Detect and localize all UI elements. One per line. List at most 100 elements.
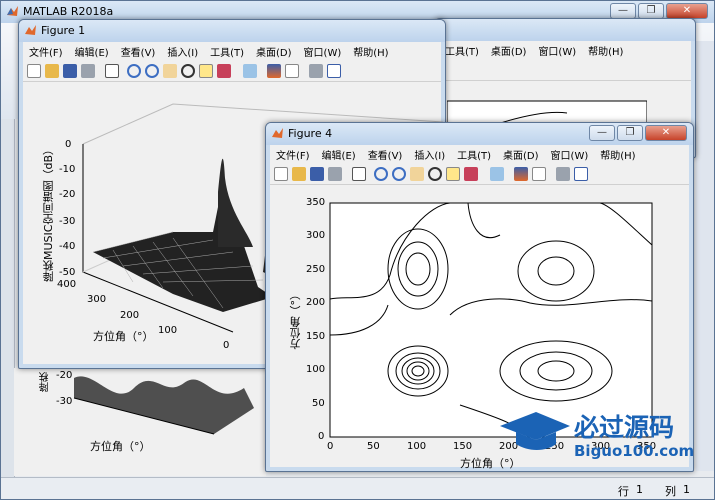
ztick-10: -10 — [59, 164, 76, 175]
ytick-100: 100 — [158, 325, 178, 336]
ytick-200: 200 — [120, 310, 140, 321]
col-label: 列 — [665, 485, 676, 498]
menu-file[interactable]: 文件(F) — [276, 147, 310, 162]
save-icon[interactable] — [310, 167, 324, 181]
figure1-menubar: 文件(F) 编辑(E) 查看(V) 插入(I) 工具(T) 桌面(D) 窗口(W… — [23, 42, 441, 60]
back-ztick-30: -30 — [56, 396, 73, 407]
row-label: 行 — [618, 485, 629, 498]
hide-tools-icon[interactable] — [556, 167, 570, 181]
open-file-icon[interactable] — [45, 64, 59, 78]
pointer-icon[interactable] — [352, 167, 366, 181]
show-tools-icon[interactable] — [327, 64, 341, 78]
legend-icon[interactable] — [285, 64, 299, 78]
zoom-in-icon[interactable] — [374, 167, 388, 181]
ztick-20: -20 — [59, 189, 76, 200]
fig4-ytick-250: 250 — [306, 264, 326, 275]
print-icon[interactable] — [328, 167, 342, 181]
fig4-ytick-0: 0 — [318, 431, 325, 442]
back-surface-plot: -20 -30 降秩 方位角（°） — [14, 368, 266, 476]
new-figure-icon[interactable] — [27, 64, 41, 78]
data-cursor-icon[interactable] — [199, 64, 213, 78]
back-xlabel: 方位角（°） — [90, 440, 151, 453]
show-tools-icon[interactable] — [574, 167, 588, 181]
figure-icon — [272, 128, 283, 138]
zoom-out-icon[interactable] — [392, 167, 406, 181]
menu-edit[interactable]: 编辑(E) — [75, 44, 109, 59]
ytick-400: 400 — [57, 279, 77, 290]
ytick-0: 0 — [223, 340, 230, 351]
menu-desktop[interactable]: 桌面(D) — [503, 147, 539, 162]
back-figure-titlebar[interactable] — [435, 19, 695, 41]
menu-help[interactable]: 帮助(H) — [600, 147, 635, 162]
figure1-toolbar — [23, 60, 441, 82]
rotate-icon[interactable] — [428, 167, 442, 181]
back-figure-toolbar — [439, 59, 691, 81]
menu-tools[interactable]: 工具(T) — [457, 147, 491, 162]
maximize-button[interactable]: ❐ — [638, 3, 664, 19]
fig4-xtick-150: 150 — [453, 441, 473, 452]
figure1-xlabel: 方位角（°） — [93, 330, 154, 343]
menu-help[interactable]: 帮助(H) — [353, 44, 388, 59]
link-icon[interactable] — [243, 64, 257, 78]
menu-desktop[interactable]: 桌面(D) — [256, 44, 292, 59]
left-panel — [1, 119, 15, 477]
figure1-titlebar[interactable]: Figure 1 — [19, 20, 445, 42]
zoom-out-icon[interactable] — [145, 64, 159, 78]
menu-file[interactable]: 文件(F) — [29, 44, 63, 59]
hide-tools-icon[interactable] — [309, 64, 323, 78]
rotate-icon[interactable] — [181, 64, 195, 78]
new-figure-icon[interactable] — [274, 167, 288, 181]
open-file-icon[interactable] — [292, 167, 306, 181]
watermark-url: Biguo100.com — [574, 442, 695, 460]
legend-icon[interactable] — [532, 167, 546, 181]
back-menu-tools[interactable]: 工具(T) — [445, 43, 479, 58]
link-icon[interactable] — [490, 167, 504, 181]
fig4-ytick-150: 150 — [306, 331, 326, 342]
figure4-maximize-button[interactable]: ❐ — [617, 125, 643, 141]
menu-view[interactable]: 查看(V) — [368, 147, 403, 162]
pointer-icon[interactable] — [105, 64, 119, 78]
menu-edit[interactable]: 编辑(E) — [322, 147, 356, 162]
fig4-ytick-200: 200 — [306, 297, 326, 308]
figure1-title: Figure 1 — [41, 24, 86, 37]
print-icon[interactable] — [81, 64, 95, 78]
colorbar-icon[interactable] — [267, 64, 281, 78]
save-icon[interactable] — [63, 64, 77, 78]
back-menu-desktop[interactable]: 桌面(D) — [491, 43, 527, 58]
back-zlabel: 降秩 — [40, 372, 51, 392]
menu-tools[interactable]: 工具(T) — [210, 44, 244, 59]
menu-insert[interactable]: 插入(I) — [414, 147, 445, 162]
graduation-cap-icon — [500, 412, 570, 450]
col-value: 1 — [683, 483, 690, 496]
figure4-minimize-button[interactable]: — — [589, 125, 615, 141]
surface-mesh — [92, 158, 285, 312]
figure4-close-button[interactable]: ✕ — [645, 125, 687, 141]
menu-view[interactable]: 查看(V) — [121, 44, 156, 59]
pan-icon[interactable] — [410, 167, 424, 181]
figure4-toolbar — [270, 163, 689, 185]
menu-insert[interactable]: 插入(I) — [167, 44, 198, 59]
menu-window[interactable]: 窗口(W) — [304, 44, 342, 59]
back-menu-window[interactable]: 窗口(W) — [538, 43, 576, 58]
back-menu-help[interactable]: 帮助(H) — [588, 43, 623, 58]
zoom-in-icon[interactable] — [127, 64, 141, 78]
ztick-30: -30 — [59, 216, 76, 227]
colorbar-icon[interactable] — [514, 167, 528, 181]
brush-icon[interactable] — [217, 64, 231, 78]
figure4-window-controls: — ❐ ✕ — [589, 125, 687, 141]
brush-icon[interactable] — [464, 167, 478, 181]
menu-window[interactable]: 窗口(W) — [551, 147, 589, 162]
minimize-button[interactable]: — — [610, 3, 636, 19]
back-figure-menubar: 工具(T) 桌面(D) 窗口(W) 帮助(H) — [439, 41, 691, 59]
fig4-ytick-100: 100 — [306, 364, 326, 375]
figure4-ylabel: 方位角（°） — [289, 289, 302, 350]
fig4-ytick-350: 350 — [306, 197, 326, 208]
figure4-title: Figure 4 — [288, 127, 333, 140]
pan-icon[interactable] — [163, 64, 177, 78]
figure4-titlebar[interactable]: Figure 4 — ❐ ✕ — [266, 123, 693, 145]
data-cursor-icon[interactable] — [446, 167, 460, 181]
ztick-0: 0 — [65, 139, 72, 150]
watermark-text: 必过源码 — [574, 413, 675, 442]
matlab-title: MATLAB R2018a — [23, 5, 114, 18]
close-button[interactable]: ✕ — [666, 3, 708, 19]
